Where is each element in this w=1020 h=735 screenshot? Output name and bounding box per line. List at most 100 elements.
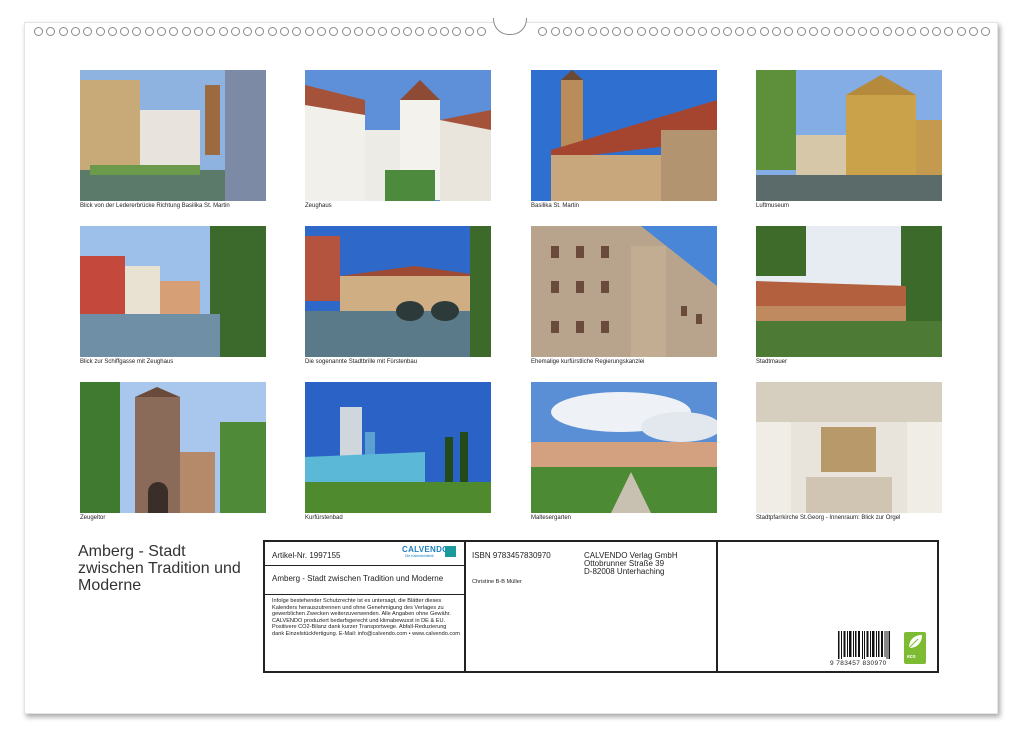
binding-ring — [120, 27, 130, 36]
calvendo-logo: CALVENDO — [402, 545, 449, 554]
binding-ring — [329, 27, 339, 36]
binding-ring — [747, 27, 757, 36]
product-title: Amberg - Stadt zwischen Tradition und Mo… — [272, 574, 444, 583]
binding-ring — [575, 27, 585, 36]
binding-ring — [710, 27, 720, 36]
info-cell-barcode: 9 783457 830970 eco — [718, 542, 937, 671]
binding-ring — [390, 27, 400, 36]
photo-ledererbruecke — [80, 70, 266, 201]
binding-ring — [316, 27, 326, 36]
binding-ring — [280, 27, 289, 36]
photo-caption: Die sogenannte Stadtbrille mit Fürstenba… — [305, 359, 418, 365]
divider — [265, 594, 464, 595]
binding-ring — [833, 27, 843, 36]
legal-text: Infolge bestehender Schutzrechte ist es … — [272, 598, 460, 637]
binding-ring — [685, 27, 695, 36]
binding-ring — [944, 27, 954, 36]
binding-ring — [452, 27, 462, 36]
binding-ring — [243, 27, 253, 36]
binding-ring — [968, 27, 978, 36]
barcode-icon — [838, 631, 890, 659]
binding-ring — [956, 27, 966, 36]
photo-luftmuseum — [756, 70, 942, 201]
binding-ring — [612, 27, 622, 36]
binding-ring — [169, 27, 179, 36]
divider — [265, 565, 464, 566]
binding-ring — [722, 27, 732, 36]
photo-caption: Zeughaus — [305, 203, 332, 209]
binding-ring — [808, 27, 818, 36]
photo-caption: Blick von der Ledererbrücke Richtung Bas… — [80, 203, 230, 209]
photo-basilika — [531, 70, 717, 201]
photo-caption: Maltesergarten — [531, 515, 572, 521]
binding-ring — [870, 27, 880, 36]
binding-ring — [58, 27, 68, 36]
publisher-city: D-82008 Unterhaching — [584, 567, 665, 576]
binding-ring — [550, 27, 560, 36]
binding-ring — [907, 27, 917, 36]
binding-ring — [759, 27, 769, 36]
barcode-number: 9 783457 830970 — [830, 660, 887, 667]
binding-ring — [230, 27, 240, 36]
binding-ring — [981, 27, 991, 36]
binding-ring — [476, 27, 486, 36]
binding-ring — [181, 27, 191, 36]
isbn: ISBN 9783457830970 — [472, 551, 551, 560]
binding-ring — [624, 27, 634, 36]
photo-stgeorg-innenraum — [756, 382, 942, 513]
binding-ring — [439, 27, 449, 36]
binding-ring — [255, 27, 265, 36]
binding-ring — [267, 27, 277, 36]
binding-ring — [292, 27, 302, 36]
binding-ring — [858, 27, 868, 36]
binding-ring — [931, 27, 941, 36]
photo-caption: Zeugeltor — [80, 515, 106, 521]
binding-ring — [772, 27, 781, 36]
binding-ring — [784, 27, 794, 36]
binding-ring — [538, 27, 548, 36]
binding-ring — [157, 27, 166, 36]
binding-ring — [796, 27, 806, 36]
binding-ring — [698, 27, 708, 36]
binding-ring — [107, 27, 117, 36]
binding-ring — [144, 27, 154, 36]
binding-ring — [919, 27, 929, 36]
binding-ring — [70, 27, 80, 36]
binding-ring — [132, 27, 142, 36]
eco-label: eco — [907, 654, 916, 660]
photo-maltesergarten — [531, 382, 717, 513]
binding-ring — [34, 27, 43, 36]
photo-zeugeltor — [80, 382, 266, 513]
photo-stadtmauer — [756, 226, 942, 357]
binding-ring — [304, 27, 314, 36]
binding-ring — [661, 27, 671, 36]
photo-caption: Ehemalige kurfürstliche Regierungskanzle… — [531, 359, 645, 365]
photo-caption: Stadtpfarrkirche St.Georg - Innenraum: B… — [756, 515, 901, 521]
binding-ring — [673, 27, 683, 36]
binding-ring — [353, 27, 363, 36]
info-cell-product: Artikel-Nr. 1997155 CALVENDO Die Kalende… — [265, 542, 466, 671]
binding-ring — [895, 27, 904, 36]
binding-ring — [464, 27, 474, 36]
photo-regierungskanzlei — [531, 226, 717, 357]
calvendo-logo-subtitle: Die Kalenderfabrik — [405, 554, 434, 558]
binding-ring — [562, 27, 572, 36]
binding-ring — [366, 27, 376, 36]
binding-ring — [46, 27, 56, 36]
author: Christine B-B Müller — [472, 579, 522, 585]
binding-ring — [735, 27, 745, 36]
binding-ring — [95, 27, 105, 36]
photo-caption: Blick zur Schiffgasse mit Zeughaus — [80, 359, 174, 365]
binding-ring — [206, 27, 216, 36]
article-number: Artikel-Nr. 1997155 — [272, 551, 341, 560]
binding-ring — [403, 27, 412, 36]
info-table: Artikel-Nr. 1997155 CALVENDO Die Kalende… — [263, 540, 939, 673]
photo-caption: Basilika St. Martin — [531, 203, 580, 209]
binding-ring — [599, 27, 609, 36]
binding-ring — [83, 27, 93, 36]
eco-badge: eco — [904, 632, 926, 664]
photo-caption: Kurfürstenbad — [305, 515, 343, 521]
binding-ring — [415, 27, 425, 36]
photo-kurfuerstenbad — [305, 382, 491, 513]
photo-caption: Luftmuseum — [756, 203, 790, 209]
